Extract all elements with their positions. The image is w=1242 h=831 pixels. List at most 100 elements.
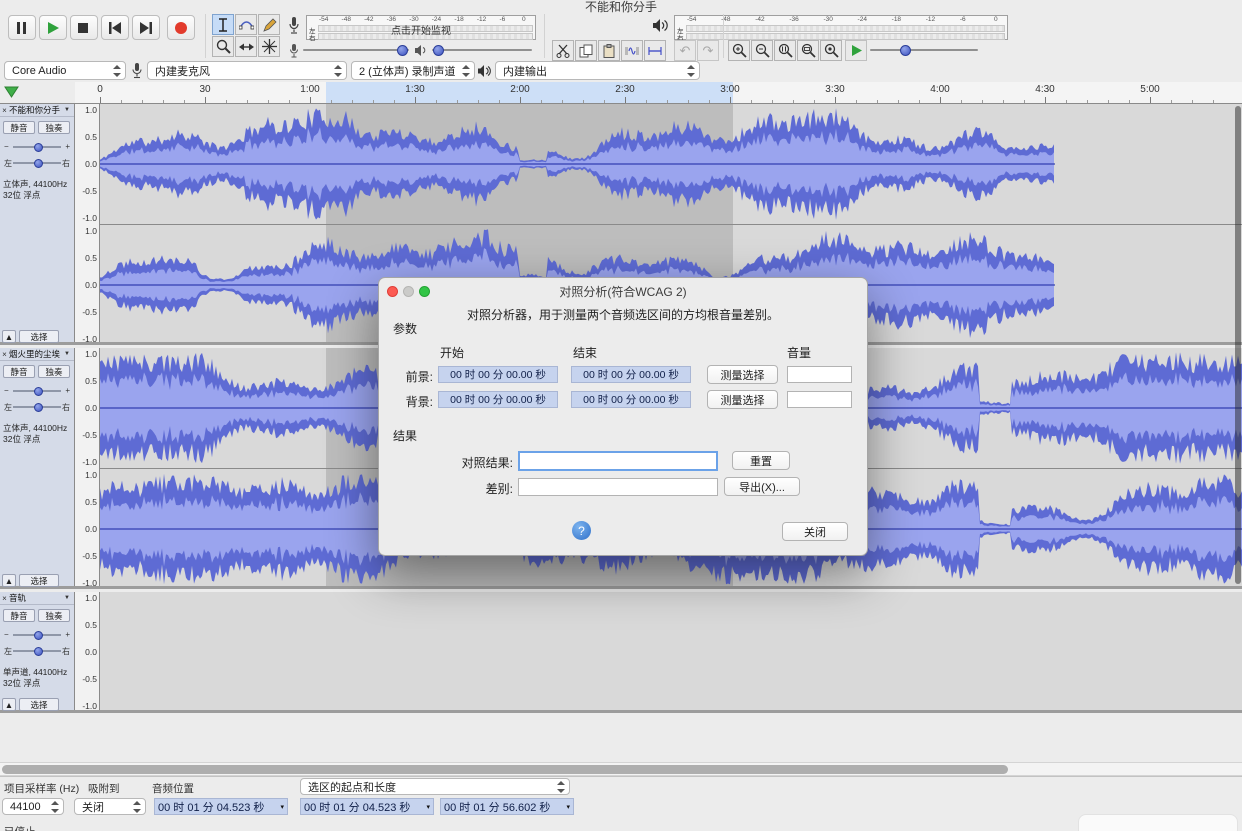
close-button[interactable]: 关闭 xyxy=(782,522,848,541)
background-volume-field[interactable] xyxy=(787,391,852,408)
vertical-scale-ruler[interactable]: 1.0 0.5 0.0 -0.5 -1.0 xyxy=(75,592,100,711)
project-rate-select[interactable]: 44100 xyxy=(2,798,64,815)
help-button[interactable]: ? xyxy=(572,521,591,540)
mute-button[interactable]: 静音 xyxy=(3,121,35,134)
cut-button[interactable] xyxy=(552,40,574,61)
track-1-control-panel[interactable]: × 不能和你分手 ▼ 静音 独奏 − + 左 右 立体声, 44100Hz 32… xyxy=(0,104,75,343)
solo-button[interactable]: 独奏 xyxy=(38,121,70,134)
pan-slider[interactable]: 左 右 xyxy=(2,644,72,657)
track-close-icon[interactable]: × xyxy=(0,594,9,603)
copy-button[interactable] xyxy=(575,40,597,61)
collapse-button[interactable]: ▲ xyxy=(2,330,16,343)
recording-device-select[interactable]: 内建麦克风 xyxy=(147,61,347,80)
pan-slider[interactable]: 左 右 xyxy=(2,400,72,413)
foreground-volume-field[interactable] xyxy=(787,366,852,383)
collapse-button[interactable]: ▲ xyxy=(2,574,16,587)
export-button[interactable]: 导出(X)... xyxy=(724,477,800,496)
monitor-hint[interactable]: 点击开始监视 xyxy=(307,22,535,37)
zoom-in-button[interactable] xyxy=(728,40,750,61)
gain-slider[interactable]: − + xyxy=(2,140,72,153)
selection-start-field[interactable]: 00 时 01 分 04.523 秒 ▾ xyxy=(300,798,434,815)
contrast-result-field[interactable] xyxy=(518,451,718,471)
paste-button[interactable] xyxy=(598,40,620,61)
play-at-speed-button[interactable] xyxy=(845,40,867,61)
snap-to-select[interactable]: 关闭 xyxy=(74,798,146,815)
skip-end-button[interactable] xyxy=(132,15,160,40)
zoom-out-button[interactable] xyxy=(751,40,773,61)
gain-knob[interactable] xyxy=(34,630,43,640)
track-menu-icon[interactable]: ▼ xyxy=(64,351,74,357)
play-button[interactable] xyxy=(39,15,67,40)
gain-knob[interactable] xyxy=(34,386,43,396)
vertical-scale-ruler[interactable]: 1.0 0.5 0.0 -0.5 -1.0 1.0 0.5 0.0 -0.5 -1.0 xyxy=(75,348,100,588)
difference-field[interactable] xyxy=(518,478,718,496)
select-button[interactable]: 选择 xyxy=(19,574,59,587)
recording-volume-knob[interactable] xyxy=(397,44,408,56)
vertical-scrollbar[interactable] xyxy=(1235,106,1241,584)
audio-host-select[interactable]: Core Audio xyxy=(4,61,126,80)
timeline-ruler[interactable]: 0 30 1:00 1:30 2:00 2:30 3:00 3:30 4:00 4:30 5:00 xyxy=(75,82,1242,103)
track-menu-icon[interactable]: ▼ xyxy=(64,107,74,113)
track-3-control-panel[interactable]: × 音轨 ▼ 静音 独奏 − + 左 右 单声道, 44100Hz 32位 浮点… xyxy=(0,592,75,711)
pan-slider[interactable]: 左 右 xyxy=(2,156,72,169)
vertical-scale-ruler[interactable]: 1.0 0.5 0.0 -0.5 -1.0 1.0 0.5 0.0 -0.5 -1.0 xyxy=(75,104,100,344)
zoom-tool-button[interactable] xyxy=(212,36,234,57)
trim-button[interactable] xyxy=(621,40,643,61)
timeshift-tool-button[interactable] xyxy=(235,36,257,57)
measure-foreground-button[interactable]: 测量选择 xyxy=(707,365,778,384)
playback-volume-slider[interactable] xyxy=(432,43,532,57)
silence-button[interactable] xyxy=(644,40,666,61)
field-caret-icon[interactable]: ▾ xyxy=(280,803,284,811)
track-close-icon[interactable]: × xyxy=(0,106,9,115)
skip-start-button[interactable] xyxy=(101,15,129,40)
playback-device-select[interactable]: 内建输出 xyxy=(495,61,700,80)
gain-knob[interactable] xyxy=(34,142,43,152)
field-caret-icon[interactable]: ▾ xyxy=(426,803,430,811)
record-button[interactable] xyxy=(167,15,195,40)
track-menu-icon[interactable]: ▼ xyxy=(64,595,74,601)
track-2-control-panel[interactable]: × 烟火里的尘埃 ▼ 静音 独奏 − + 左 右 立体声, 44100Hz 32… xyxy=(0,348,75,587)
solo-button[interactable]: 独奏 xyxy=(38,609,70,622)
foreground-start-field[interactable]: 00 时 00 分 00.00 秒 xyxy=(438,366,558,383)
stop-button[interactable] xyxy=(70,15,98,40)
selection-tool-button[interactable] xyxy=(212,14,234,35)
pan-knob[interactable] xyxy=(34,646,43,656)
playback-volume-knob[interactable] xyxy=(433,44,444,56)
field-caret-icon[interactable]: ▾ xyxy=(566,803,570,811)
mute-button[interactable]: 静音 xyxy=(3,365,35,378)
envelope-tool-button[interactable] xyxy=(235,14,257,35)
play-speed-knob[interactable] xyxy=(900,44,911,56)
foreground-end-field[interactable]: 00 时 00 分 00.00 秒 xyxy=(571,366,691,383)
measure-background-button[interactable]: 测量选择 xyxy=(707,390,778,409)
select-button[interactable]: 选择 xyxy=(19,698,59,711)
zoom-fit-button[interactable] xyxy=(797,40,819,61)
pan-knob[interactable] xyxy=(34,402,43,412)
mute-button[interactable]: 静音 xyxy=(3,609,35,622)
selection-length-field[interactable]: 00 时 01 分 56.602 秒 ▾ xyxy=(440,798,574,815)
play-speed-slider[interactable] xyxy=(870,43,978,57)
recording-volume-slider[interactable] xyxy=(303,43,409,57)
track-3-waveform-area[interactable] xyxy=(100,592,1242,710)
zoom-toggle-button[interactable] xyxy=(820,40,842,61)
playback-meter[interactable]: -54 -48 -42 -36 -30 -24 -18 -12 -6 0 左 右 xyxy=(674,15,1008,42)
pause-button[interactable] xyxy=(8,15,36,40)
undo-button[interactable]: ↶ xyxy=(674,40,696,61)
background-start-field[interactable]: 00 时 00 分 00.00 秒 xyxy=(438,391,558,408)
zoom-selection-button[interactable] xyxy=(774,40,796,61)
gain-slider[interactable]: − + xyxy=(2,628,72,641)
redo-button[interactable]: ↷ xyxy=(697,40,719,61)
recording-channels-select[interactable]: 2 (立体声) 录制声道 xyxy=(351,61,475,80)
pan-knob[interactable] xyxy=(34,158,43,168)
gain-slider[interactable]: − + xyxy=(2,384,72,397)
audio-position-field[interactable]: 00 时 01 分 04.523 秒 ▾ xyxy=(154,798,288,815)
recording-meter[interactable]: -54 -48 -42 -36 -30 -24 -18 -12 -6 0 左 右 点击开始监视 xyxy=(306,15,536,42)
multi-tool-button[interactable] xyxy=(258,36,280,57)
selection-mode-select[interactable]: 选区的起点和长度 xyxy=(300,778,570,795)
horizontal-scrollbar[interactable] xyxy=(0,762,1242,776)
background-end-field[interactable]: 00 时 00 分 00.00 秒 xyxy=(571,391,691,408)
select-button[interactable]: 选择 xyxy=(19,330,59,343)
collapse-button[interactable]: ▲ xyxy=(2,698,16,711)
solo-button[interactable]: 独奏 xyxy=(38,365,70,378)
track-close-icon[interactable]: × xyxy=(0,350,9,359)
reset-button[interactable]: 重置 xyxy=(732,451,790,470)
